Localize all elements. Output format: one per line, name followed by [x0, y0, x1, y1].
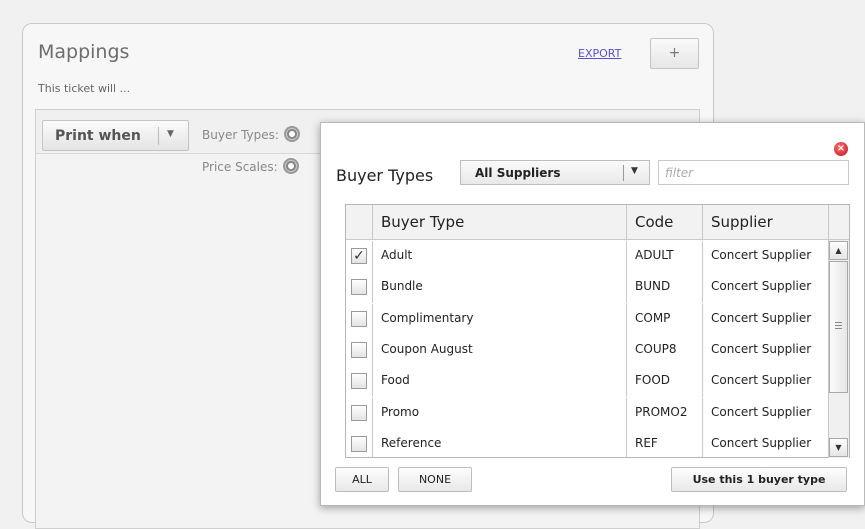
print-when-label: Print when: [55, 128, 141, 144]
price-scales-summary: Price Scales:: [202, 156, 299, 175]
buyer-type-supplier: Concert Supplier: [703, 428, 829, 457]
row-checkbox[interactable]: [351, 404, 367, 421]
buyer-type-code: BUND: [627, 272, 703, 304]
scroll-down-icon[interactable]: ▼: [829, 438, 848, 457]
checkbox-cell: [346, 272, 373, 304]
chevron-down-icon: ▼: [167, 129, 174, 139]
buyer-type-supplier: Concert Supplier: [703, 241, 829, 272]
checkbox-cell: [346, 366, 373, 398]
buyer-type-name: Bundle: [373, 272, 627, 304]
buyer-type-code: FOOD: [627, 366, 703, 398]
checkbox-cell: ✓: [346, 241, 373, 272]
buyer-type-name: Reference: [373, 428, 627, 457]
checkbox-column-header: [346, 205, 373, 240]
checkbox-cell: [346, 428, 373, 457]
buyer-type-name: Food: [373, 366, 627, 398]
checkbox-cell: [346, 397, 373, 429]
print-when-dropdown[interactable]: Print when ▼: [42, 120, 189, 151]
buyer-type-code: COMP: [627, 303, 703, 335]
filter-input[interactable]: [658, 160, 849, 185]
table-row[interactable]: Promo PROMO2 Concert Supplier: [346, 397, 829, 429]
price-scales-label: Price Scales:: [202, 160, 278, 174]
checkbox-cell: [346, 334, 373, 366]
buyer-type-supplier: Concert Supplier: [703, 303, 829, 335]
checkbox-cell: [346, 303, 373, 335]
row-checkbox[interactable]: [351, 279, 367, 296]
supplier-select[interactable]: All Suppliers ▼: [460, 160, 650, 185]
grip-icon: [835, 322, 842, 330]
column-header-supplier: Supplier: [703, 205, 829, 240]
buyer-type-supplier: Concert Supplier: [703, 366, 829, 398]
dropdown-divider: [623, 165, 624, 181]
row-checkbox[interactable]: [351, 341, 367, 358]
gear-icon[interactable]: [282, 158, 299, 174]
scroll-up-icon[interactable]: ▲: [829, 241, 848, 260]
row-checkbox[interactable]: [351, 373, 367, 390]
table-row[interactable]: ✓ Adult ADULT Concert Supplier: [346, 241, 829, 272]
buyer-type-code: REF: [627, 428, 703, 457]
panel-subtitle: This ticket will ...: [38, 82, 131, 95]
table-row[interactable]: Reference REF Concert Supplier: [346, 428, 829, 457]
export-link[interactable]: EXPORT: [578, 47, 621, 60]
buyer-type-code: PROMO2: [627, 397, 703, 429]
row-checkbox[interactable]: ✓: [351, 248, 367, 264]
select-all-button[interactable]: ALL: [335, 467, 389, 492]
buyer-type-name: Complimentary: [373, 303, 627, 335]
chevron-down-icon: ▼: [631, 166, 638, 176]
column-header-code: Code: [627, 205, 703, 240]
buyer-types-label: Buyer Types:: [202, 128, 279, 142]
column-header-buyer-type: Buyer Type: [373, 205, 627, 240]
close-icon[interactable]: ×: [834, 142, 848, 156]
scrollbar-thumb[interactable]: [829, 261, 848, 393]
page-title: Mappings: [38, 41, 130, 63]
buyer-types-table: Buyer Type Code Supplier ✓ Adult ADULT Conc…: [345, 204, 850, 458]
buyer-type-supplier: Concert Supplier: [703, 397, 829, 429]
scrollbar-header: [829, 205, 849, 240]
table-row[interactable]: Complimentary COMP Concert Supplier: [346, 303, 829, 335]
popup-title: Buyer Types: [336, 166, 434, 185]
buyer-type-code: ADULT: [627, 241, 703, 272]
buyer-type-supplier: Concert Supplier: [703, 272, 829, 304]
buyer-type-code: COUP8: [627, 334, 703, 366]
select-none-button[interactable]: NONE: [398, 467, 472, 492]
table-row[interactable]: Bundle BUND Concert Supplier: [346, 272, 829, 304]
dropdown-divider: [158, 127, 159, 145]
row-checkbox[interactable]: [351, 310, 367, 327]
add-mapping-button[interactable]: +: [650, 38, 699, 69]
buyer-type-name: Coupon August: [373, 334, 627, 366]
buyer-type-name: Promo: [373, 397, 627, 429]
row-checkbox[interactable]: [351, 435, 367, 452]
table-row[interactable]: Food FOOD Concert Supplier: [346, 366, 829, 398]
gear-icon[interactable]: [284, 126, 301, 142]
use-buyer-type-button[interactable]: Use this 1 buyer type: [671, 467, 847, 492]
buyer-types-summary: Buyer Types:: [202, 124, 301, 143]
table-row[interactable]: Coupon August COUP8 Concert Supplier: [346, 334, 829, 366]
buyer-type-name: Adult: [373, 241, 627, 272]
supplier-select-value: All Suppliers: [475, 166, 561, 180]
buyer-type-supplier: Concert Supplier: [703, 334, 829, 366]
